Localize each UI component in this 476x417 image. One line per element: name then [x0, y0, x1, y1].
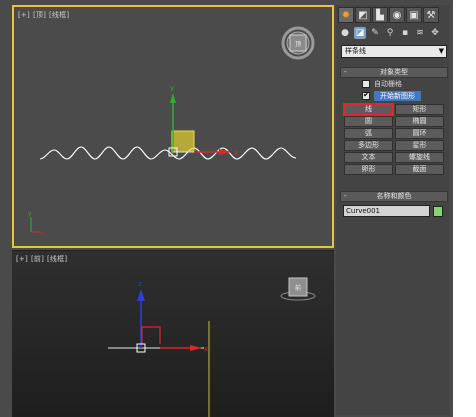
circle-button[interactable]: 圆 — [344, 116, 393, 127]
svg-text:z: z — [138, 280, 142, 288]
section-button[interactable]: 截面 — [395, 164, 444, 175]
background-margin — [453, 0, 476, 417]
line-button[interactable]: 线 — [343, 103, 394, 116]
world-axis-tripod: y x — [28, 210, 44, 237]
shapes-icon[interactable]: ◪ — [354, 27, 366, 39]
spacewarps-icon[interactable]: ≋ — [414, 27, 426, 39]
rectangle-button[interactable]: 矩形 — [395, 104, 444, 115]
geometry-icon[interactable]: ● — [339, 27, 351, 39]
display-tab-icon[interactable]: ▣ — [406, 7, 422, 23]
create-tab-icon[interactable]: ✹ — [338, 7, 354, 23]
name-and-color-rollout: - 名称和颜色 Curve001 — [340, 191, 448, 217]
hierarchy-tab-icon[interactable]: ▙ — [372, 7, 388, 23]
name-and-color-title: 名称和颜色 — [376, 192, 412, 200]
egg-button[interactable]: 卵形 — [344, 164, 393, 175]
command-panel-tabs: ✹ ◩ ▙ ◉ ▣ ⚒ — [338, 7, 448, 25]
command-panel: ✹ ◩ ▙ ◉ ▣ ⚒ ● ◪ ✎ ⚲ ▪ ≋ ✥ 样条线 ▼ - 对象类型 自… — [336, 5, 450, 415]
object-name-field[interactable]: Curve001 — [343, 205, 430, 217]
start-new-shape-button[interactable]: 开始新图形 — [374, 91, 421, 101]
collapse-icon: - — [344, 68, 347, 76]
donut-button[interactable]: 圆环 — [395, 128, 444, 139]
systems-icon[interactable]: ✥ — [429, 27, 441, 39]
star-button[interactable]: 星形 — [395, 140, 444, 151]
svg-text:x: x — [204, 345, 208, 353]
auto-grid-checkbox[interactable] — [362, 80, 370, 88]
modify-tab-icon[interactable]: ◩ — [355, 7, 371, 23]
auto-grid-label: 自动栅格 — [374, 80, 402, 88]
utilities-tab-icon[interactable]: ⚒ — [423, 7, 439, 23]
start-new-shape-checkbox[interactable] — [362, 90, 370, 100]
cameras-icon[interactable]: ⚲ — [384, 27, 396, 39]
front-viewport-canvas: 前 z x — [108, 277, 316, 417]
text-button[interactable]: 文本 — [344, 152, 393, 163]
ellipse-button[interactable]: 椭圆 — [395, 116, 444, 127]
svg-text:y: y — [28, 210, 32, 217]
viewcube-icon[interactable]: 前 — [280, 277, 316, 301]
helix-button[interactable]: 螺旋线 — [395, 152, 444, 163]
front-viewport[interactable]: [+] [前] [线框] 前 z x — [12, 250, 334, 417]
object-type-buttons: 线 矩形 圆 椭圆 弧 圆环 多边形 星形 文本 螺旋线 卵形 截面 — [340, 102, 448, 175]
auto-grid-row[interactable]: 自动栅格 — [340, 78, 448, 90]
ngon-button[interactable]: 多边形 — [344, 140, 393, 151]
object-type-title: 对象类型 — [380, 68, 408, 76]
shape-category-dropdown[interactable]: 样条线 ▼ — [341, 45, 447, 58]
start-new-shape-row[interactable]: 开始新图形 — [340, 90, 448, 102]
max-application: [+] [顶] [线框] 顶 y x y x [+] [前] [线框] 前 z … — [0, 0, 453, 417]
svg-text:顶: 顶 — [295, 41, 301, 48]
name-row: Curve001 — [340, 202, 448, 217]
arc-button[interactable]: 弧 — [344, 128, 393, 139]
transform-gizmo[interactable]: y x — [168, 84, 238, 157]
chevron-down-icon: ▼ — [438, 47, 444, 55]
lights-icon[interactable]: ✎ — [369, 27, 381, 39]
transform-gizmo[interactable]: z x — [108, 280, 208, 353]
create-category-tabs: ● ◪ ✎ ⚲ ▪ ≋ ✥ — [339, 27, 449, 41]
object-type-header[interactable]: - 对象类型 — [340, 67, 448, 78]
object-color-swatch[interactable] — [433, 205, 443, 217]
name-and-color-header[interactable]: - 名称和颜色 — [340, 191, 448, 202]
spline-curve — [39, 146, 297, 160]
viewcube-icon[interactable]: 顶 — [281, 26, 315, 60]
collapse-icon: - — [344, 192, 347, 200]
motion-tab-icon[interactable]: ◉ — [389, 7, 405, 23]
top-viewport-canvas: 顶 y x y x — [28, 26, 315, 237]
svg-text:x: x — [234, 149, 238, 157]
svg-text:前: 前 — [295, 284, 301, 292]
svg-text:x: x — [40, 230, 44, 237]
dropdown-value: 样条线 — [345, 47, 366, 55]
helpers-icon[interactable]: ▪ — [399, 27, 411, 39]
top-viewport[interactable]: [+] [顶] [线框] 顶 y x y x — [12, 5, 334, 248]
svg-text:y: y — [170, 84, 174, 92]
object-type-rollout: - 对象类型 自动栅格 开始新图形 线 矩形 圆 椭圆 弧 圆环 多边形 星形 … — [340, 67, 448, 175]
